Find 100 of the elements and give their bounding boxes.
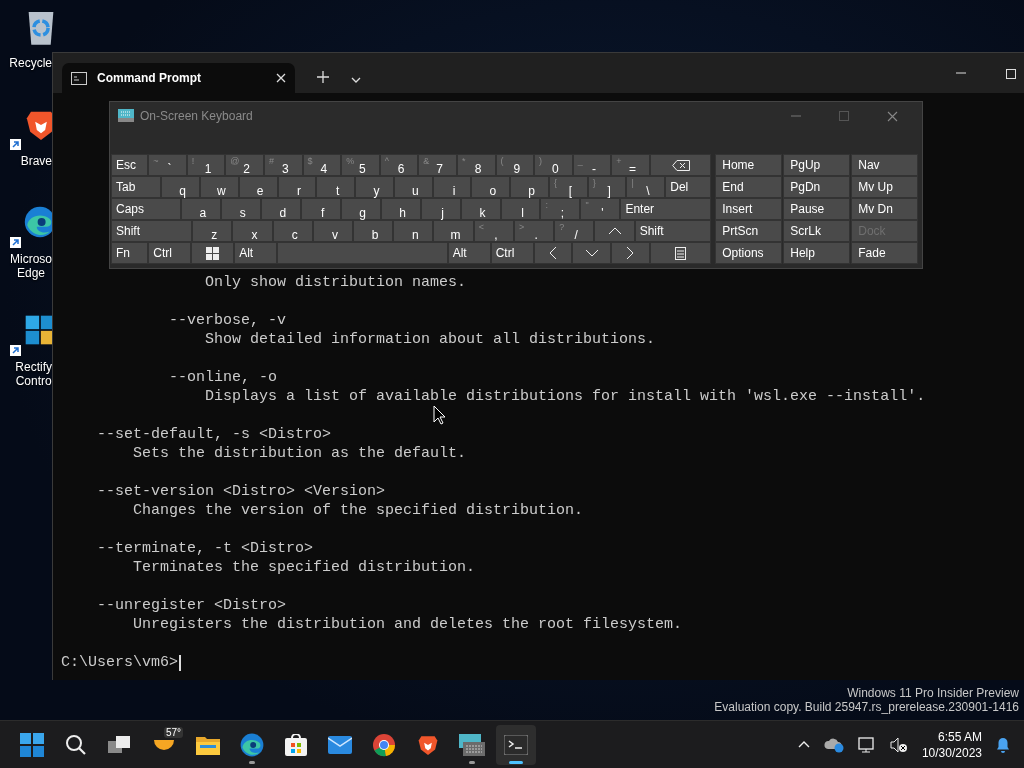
keyboard-key[interactable]: [649, 242, 712, 264]
monitor-icon[interactable]: [857, 736, 876, 753]
keyboard-key[interactable]: p: [510, 176, 549, 198]
keyboard-key[interactable]: c: [272, 220, 313, 242]
chevron-up-icon[interactable]: [797, 741, 810, 748]
keyboard-key[interactable]: h: [380, 198, 421, 220]
keyboard-key[interactable]: i: [432, 176, 472, 198]
keyboard-key[interactable]: b: [353, 220, 394, 242]
swirl-icon: [240, 732, 264, 757]
keyboard-key[interactable]: PgDn: [783, 176, 851, 198]
keyboard-key[interactable]: Home: [715, 154, 783, 176]
keyboard-key[interactable]: % 5: [341, 154, 380, 176]
keyboard-key[interactable]: r: [277, 176, 317, 198]
keyboard-key[interactable]: < ,: [473, 220, 514, 242]
keyboard-key[interactable]: End: [715, 176, 783, 198]
keyboard-key[interactable]: { [: [548, 176, 588, 198]
keyboard-key[interactable]: Esc: [111, 154, 149, 176]
keyboard-key[interactable]: } ]: [587, 176, 627, 198]
keyboard-key[interactable]: Options: [715, 242, 783, 264]
muted-speaker-icon[interactable]: [889, 736, 908, 753]
keyboard-key[interactable]: e: [238, 176, 278, 198]
keyboard-key[interactable]: n: [393, 220, 434, 242]
keyboard-key[interactable]: _ -: [572, 154, 612, 176]
keyboard-key[interactable]: Shift: [634, 220, 712, 242]
keyboard-key[interactable]: Nav: [851, 154, 919, 176]
keyboard-key[interactable]: Enter: [620, 198, 712, 220]
keyboard-key[interactable]: w: [200, 176, 239, 198]
keyboard-key[interactable]: Help: [783, 242, 851, 264]
keyboard-key[interactable]: l: [500, 198, 541, 220]
keyboard-key[interactable]: | \: [626, 176, 666, 198]
keyboard-key[interactable]: Fn: [111, 242, 149, 264]
keyboard-key[interactable]: a: [180, 198, 221, 220]
keyboard-key[interactable]: v: [312, 220, 353, 242]
clock-date[interactable]: 10/30/2023: [921, 744, 982, 761]
keyboard-key[interactable]: & 7: [418, 154, 457, 176]
keyboard-key[interactable]: x: [232, 220, 273, 242]
keyboard-key[interactable]: t: [316, 176, 356, 198]
terminal-tab[interactable]: Command Prompt: [62, 63, 295, 93]
keyboard-key[interactable]: [191, 242, 235, 264]
keyboard-key[interactable]: Ctrl: [148, 242, 192, 264]
keyboard-key[interactable]: k: [460, 198, 501, 220]
watermark-text: Evaluation copy. Build 25947.rs_prerelease.230901-1416: [714, 700, 1019, 714]
keyboard-key[interactable]: ) 0: [534, 154, 573, 176]
keyboard-key[interactable]: * 8: [456, 154, 496, 176]
keyboard-key[interactable]: u: [393, 176, 433, 198]
keyboard-key[interactable]: g: [340, 198, 381, 220]
keyboard-key[interactable]: # 3: [263, 154, 303, 176]
keyboard-key[interactable]: q: [161, 176, 201, 198]
keyboard-key[interactable]: f: [300, 198, 341, 220]
keyboard-key[interactable]: ~ `: [148, 154, 187, 176]
keyboard-key[interactable]: Del: [665, 176, 712, 198]
keyboard-key[interactable]: @ 2: [225, 154, 264, 176]
cloud-icon[interactable]: [823, 736, 844, 753]
text-cursor: [179, 654, 182, 671]
desktop-icon-label[interactable]: Rectify Contro: [15, 360, 52, 388]
taskbar-button[interactable]: [496, 724, 536, 765]
keyboard-key[interactable]: Fade: [851, 242, 919, 264]
output-line: --set-version <Distro> <Version>: [97, 482, 386, 501]
keyboard-key[interactable]: PrtScn: [715, 220, 783, 242]
keyboard-key[interactable]: ScrLk: [783, 220, 851, 242]
keyboard-key[interactable]: [649, 154, 712, 176]
keyboard-key[interactable]: Alt: [447, 242, 491, 264]
keyboard-key[interactable]: " ': [580, 198, 621, 220]
keyboard-key[interactable]: z: [192, 220, 233, 242]
keyboard-key[interactable]: ? /: [554, 220, 595, 242]
keyboard-key[interactable]: d: [260, 198, 301, 220]
output-line: --unregister <Distro>: [97, 596, 287, 615]
keyboard-key[interactable]: Shift: [111, 220, 193, 242]
clock-time[interactable]: 6:55 AM: [937, 728, 982, 745]
keyboard-key[interactable]: j: [420, 198, 461, 220]
keyboard-key[interactable]: Pause: [783, 198, 851, 220]
keyboard-key[interactable]: Mv Dn: [851, 198, 919, 220]
bell-icon[interactable]: [996, 736, 1010, 753]
keyboard-key[interactable]: Ctrl: [490, 242, 534, 264]
keyboard-key[interactable]: ( 9: [495, 154, 535, 176]
keyboard-key[interactable]: Insert: [715, 198, 783, 220]
keyboard-key[interactable]: Mv Up: [851, 176, 919, 198]
taskbar-button[interactable]: 57°: [144, 724, 184, 765]
recycle-bin-icon[interactable]: [26, 10, 56, 46]
chevron-down-icon[interactable]: [351, 77, 361, 83]
keyboard-key[interactable]: Caps: [111, 198, 181, 220]
keyboard-key[interactable]: y: [355, 176, 394, 198]
shortcut-arrow-icon: [10, 345, 21, 356]
keyboard-key[interactable]: o: [471, 176, 511, 198]
keyboard-key[interactable]: $ 4: [302, 154, 342, 176]
keyboard-key[interactable]: m: [433, 220, 474, 242]
keyboard-key[interactable]: Alt: [234, 242, 278, 264]
plus-icon[interactable]: [317, 71, 329, 83]
keyboard-key[interactable]: ^ 6: [379, 154, 419, 176]
console-icon: [71, 71, 87, 85]
keyboard-key[interactable]: s: [220, 198, 261, 220]
keyboard-key[interactable]: + =: [611, 154, 650, 176]
keyboard-key[interactable]: PgUp: [783, 154, 851, 176]
keyboard-key[interactable]: > .: [513, 220, 555, 242]
keyboard-key[interactable]: Tab: [111, 176, 162, 198]
desktop-icon-label[interactable]: Microso Edge: [10, 252, 52, 280]
desktop-icon-label[interactable]: Brave: [20, 154, 52, 168]
desktop-icon-label[interactable]: Recycle: [9, 56, 52, 70]
keyboard-key[interactable]: ! 1: [186, 154, 226, 176]
keyboard-key[interactable]: : ;: [540, 198, 581, 220]
